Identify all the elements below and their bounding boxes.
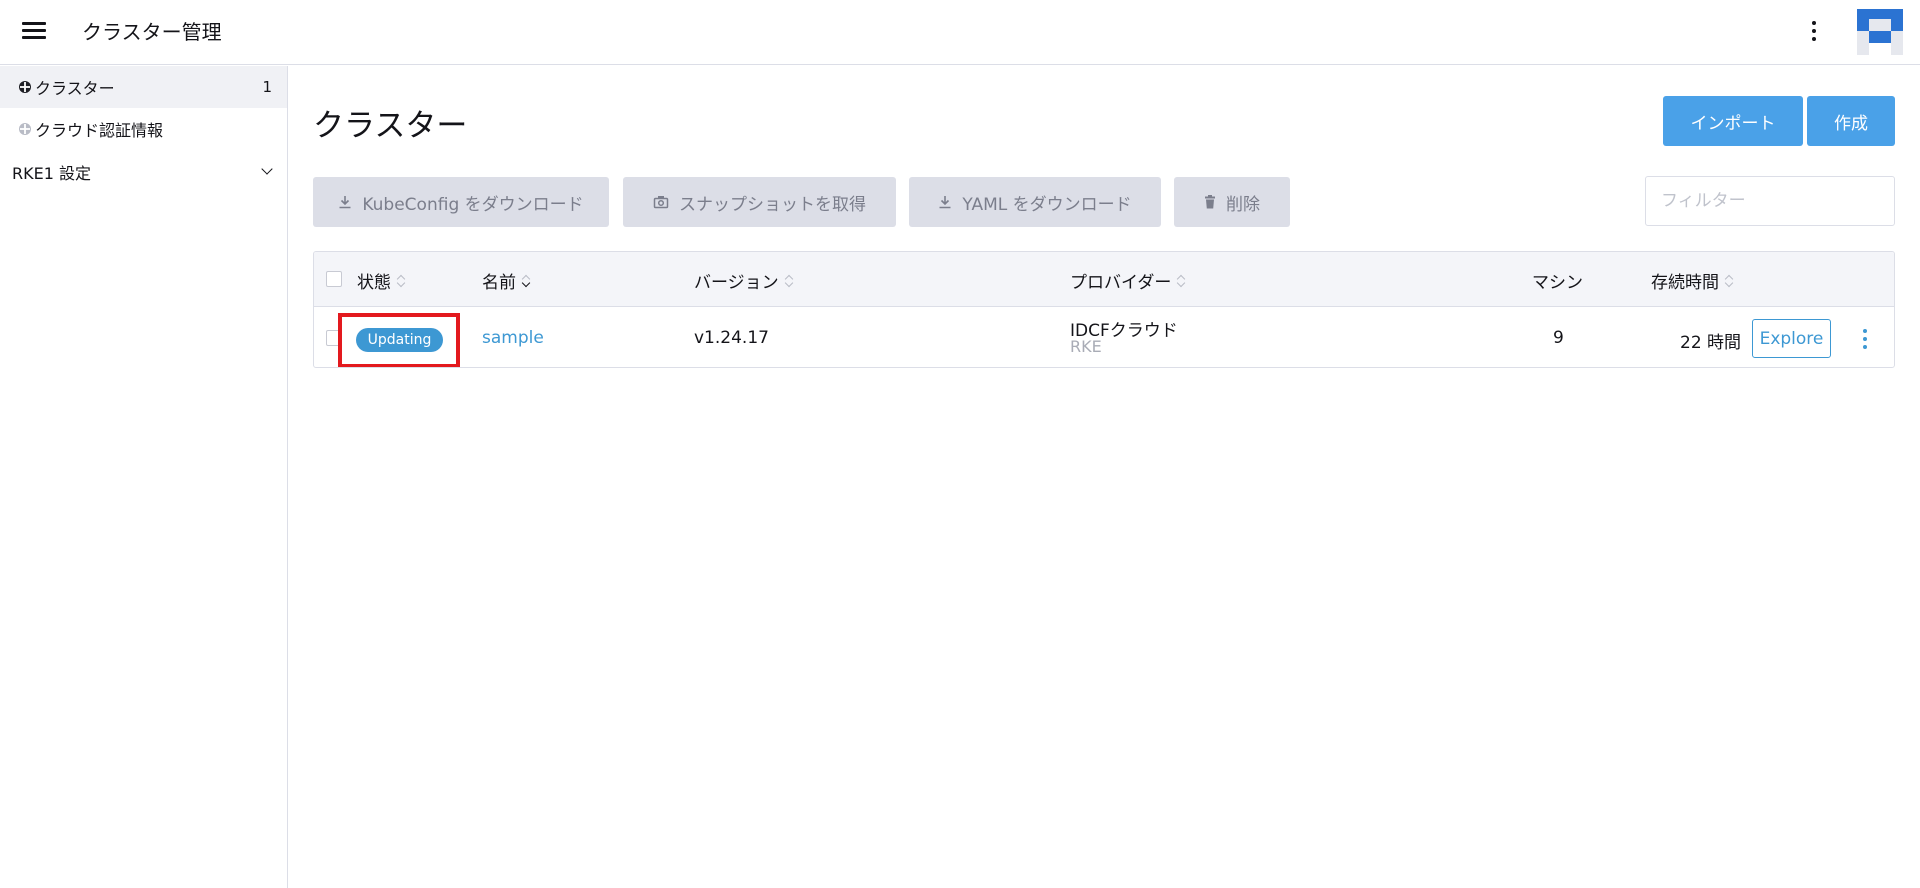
trash-icon [1204, 195, 1216, 209]
column-header-state[interactable]: 状態 [357, 268, 406, 293]
column-header-version[interactable]: バージョン [694, 268, 794, 293]
sort-icon [785, 274, 794, 288]
sidebar-item-clusters[interactable]: クラスター 1 [0, 66, 287, 108]
create-button[interactable]: 作成 [1807, 96, 1895, 146]
column-header-label: プロバイダー [1070, 273, 1172, 293]
sidebar-group-label: RKE1 設定 [12, 164, 91, 183]
top-header: クラスター管理 [0, 0, 1920, 65]
import-button[interactable]: インポート [1663, 96, 1803, 146]
clusters-table: 状態 名前 バージョン プロバイダー マシン 存続時間 Updating sam… [313, 251, 1895, 368]
table-header: 状態 名前 バージョン プロバイダー マシン 存続時間 [314, 252, 1894, 307]
explore-button[interactable]: Explore [1752, 319, 1831, 358]
cluster-provider-sub: RKE [1070, 337, 1102, 356]
avatar[interactable] [1857, 9, 1903, 55]
button-label: スナップショットを取得 [679, 194, 866, 215]
chevron-down-icon [261, 163, 273, 175]
table-row: Updating sample v1.24.17 IDCFクラウド RKE 9 … [314, 308, 1894, 367]
highlight-box [338, 313, 460, 367]
column-header-label: 存続時間 [1651, 273, 1719, 293]
download-icon [938, 195, 952, 209]
column-header-name[interactable]: 名前 [482, 268, 531, 293]
download-kubeconfig-button[interactable]: KubeConfig をダウンロード [313, 177, 609, 227]
button-label: YAML をダウンロード [962, 194, 1132, 215]
globe-icon [19, 123, 31, 135]
globe-icon [19, 81, 31, 93]
column-header-label: バージョン [694, 273, 779, 293]
cluster-age: 22 時間 [1680, 333, 1742, 353]
download-yaml-button[interactable]: YAML をダウンロード [909, 177, 1161, 227]
select-all-checkbox[interactable] [326, 271, 342, 287]
sidebar-item-label: クラスター [35, 79, 115, 98]
column-header-age[interactable]: 存続時間 [1651, 268, 1734, 293]
sidebar-group-rke1-settings[interactable]: RKE1 設定 [0, 152, 287, 192]
app-title: クラスター管理 [82, 20, 222, 44]
sidebar-item-label: クラウド認証情報 [35, 121, 164, 140]
filter-input[interactable] [1645, 176, 1895, 226]
column-header-label: マシン [1532, 273, 1583, 293]
sort-icon [397, 274, 406, 288]
sidebar-item-cloud-credentials[interactable]: クラウド認証情報 [0, 108, 287, 150]
column-header-provider[interactable]: プロバイダー [1070, 268, 1186, 293]
sort-icon [1725, 274, 1734, 288]
cluster-machines: 9 [1553, 328, 1564, 348]
sort-icon [1177, 274, 1186, 288]
row-actions-icon[interactable] [1859, 327, 1871, 351]
column-header-label: 名前 [482, 273, 516, 293]
cluster-name-link[interactable]: sample [482, 328, 544, 348]
sidebar-item-count: 1 [262, 78, 272, 96]
camera-icon [653, 195, 669, 209]
page-title: クラスター [313, 108, 468, 144]
take-snapshot-button[interactable]: スナップショットを取得 [623, 177, 896, 227]
button-label: 削除 [1226, 194, 1260, 215]
more-options-icon[interactable] [1806, 18, 1822, 44]
column-header-machines: マシン [1532, 268, 1583, 293]
delete-button[interactable]: 削除 [1174, 177, 1290, 227]
download-icon [338, 195, 352, 209]
cluster-version: v1.24.17 [694, 328, 769, 348]
column-header-label: 状態 [357, 273, 391, 293]
menu-icon[interactable] [22, 21, 48, 43]
sidebar: クラスター 1 クラウド認証情報 RKE1 設定 [0, 66, 288, 888]
sort-icon [522, 274, 531, 288]
button-label: KubeConfig をダウンロード [362, 194, 584, 215]
